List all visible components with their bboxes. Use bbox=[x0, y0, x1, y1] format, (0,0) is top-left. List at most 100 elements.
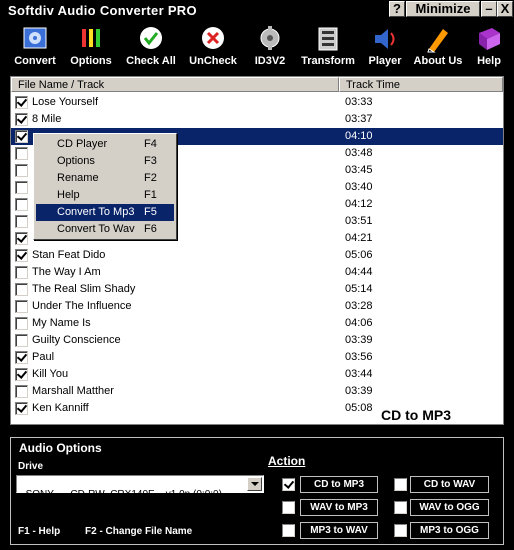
help-label: Help bbox=[477, 55, 501, 67]
context-menu-item[interactable]: Rename F2 bbox=[36, 170, 174, 187]
track-time: 03:39 bbox=[345, 385, 373, 397]
action-checkbox[interactable] bbox=[394, 501, 407, 514]
id3v2-label: ID3V2 bbox=[254, 55, 286, 67]
convert-icon bbox=[23, 27, 47, 49]
track-checkbox[interactable] bbox=[15, 385, 28, 398]
action-checkbox[interactable] bbox=[394, 478, 407, 491]
track-checkbox[interactable] bbox=[15, 402, 28, 415]
action-button[interactable]: MP3 to OGG bbox=[410, 522, 489, 539]
check-all-button[interactable]: Check All bbox=[122, 25, 180, 67]
track-checkbox[interactable] bbox=[15, 283, 28, 296]
track-checkbox[interactable] bbox=[15, 351, 28, 364]
track-row[interactable]: Under The Influence 03:28 bbox=[11, 298, 503, 315]
help-button[interactable]: ? bbox=[389, 1, 405, 17]
track-time: 03:40 bbox=[345, 181, 373, 193]
track-checkbox[interactable] bbox=[15, 96, 28, 109]
action-checkbox[interactable] bbox=[282, 501, 295, 514]
track-row[interactable]: Guilty Conscience 03:39 bbox=[11, 332, 503, 349]
context-menu-item[interactable]: Convert To Wav F6 bbox=[36, 221, 174, 238]
action-button[interactable]: WAV to OGG bbox=[410, 499, 489, 516]
track-time: 04:21 bbox=[345, 232, 373, 244]
track-list[interactable]: File Name / Track Track Time Lose Yourse… bbox=[10, 76, 504, 425]
context-menu: CD Player F4 Options F3 Rename F2 Help F1 Conver… bbox=[33, 133, 177, 240]
context-menu-item[interactable]: Help F1 bbox=[36, 187, 174, 204]
track-checkbox[interactable] bbox=[15, 147, 28, 160]
track-name: Marshall Matther bbox=[32, 385, 114, 397]
track-time: 05:06 bbox=[345, 249, 373, 261]
track-checkbox[interactable] bbox=[15, 130, 28, 143]
track-checkbox[interactable] bbox=[15, 215, 28, 228]
track-name: Kill You bbox=[32, 368, 69, 380]
action-button[interactable]: CD to MP3 bbox=[300, 476, 378, 493]
track-time: 04:12 bbox=[345, 198, 373, 210]
track-row[interactable]: Paul 03:56 bbox=[11, 349, 503, 366]
action-checkbox[interactable] bbox=[394, 524, 407, 537]
title-bar: Softdiv Audio Converter PRO ? Minimize –… bbox=[0, 0, 514, 20]
context-menu-item[interactable]: CD Player F4 bbox=[36, 136, 174, 153]
track-row[interactable]: The Real Slim Shady 05:14 bbox=[11, 281, 503, 298]
action-checkbox[interactable] bbox=[282, 478, 295, 491]
track-row[interactable]: Lose Yourself 03:33 bbox=[11, 94, 503, 111]
track-name: Guilty Conscience bbox=[32, 334, 121, 346]
track-checkbox[interactable] bbox=[15, 249, 28, 262]
id3v2-button[interactable]: ID3V2 bbox=[248, 25, 292, 67]
transform-button[interactable]: Transform bbox=[298, 25, 358, 67]
chevron-down-icon[interactable] bbox=[247, 477, 262, 491]
track-time: 05:14 bbox=[345, 283, 373, 295]
convert-button[interactable]: Convert bbox=[10, 25, 60, 67]
drive-label: Drive bbox=[18, 461, 44, 472]
context-menu-item[interactable]: Options F3 bbox=[36, 153, 174, 170]
track-row[interactable]: Kill You 03:44 bbox=[11, 366, 503, 383]
track-time: 03:44 bbox=[345, 368, 373, 380]
column-header-time[interactable]: Track Time bbox=[339, 77, 503, 92]
track-time: 03:39 bbox=[345, 334, 373, 346]
track-time: 03:45 bbox=[345, 164, 373, 176]
action-button[interactable]: MP3 to WAV bbox=[300, 522, 378, 539]
track-name: The Way I Am bbox=[32, 266, 101, 278]
track-checkbox[interactable] bbox=[15, 181, 28, 194]
track-checkbox[interactable] bbox=[15, 300, 28, 313]
track-row[interactable]: Marshall Matther 03:39 bbox=[11, 383, 503, 400]
help-toolbar-button[interactable]: Help bbox=[470, 25, 508, 67]
action-button[interactable]: WAV to MP3 bbox=[300, 499, 378, 516]
menu-item-label: CD Player bbox=[57, 138, 108, 150]
track-checkbox[interactable] bbox=[15, 113, 28, 126]
track-row[interactable]: Stan Feat Dido 05:06 bbox=[11, 247, 503, 264]
menu-item-shortcut: F4 bbox=[144, 138, 157, 150]
action-button[interactable]: CD to WAV bbox=[410, 476, 489, 493]
drive-select[interactable]: SONY , CD-RW CRX140E v1.0n (0:0:0) bbox=[16, 475, 264, 500]
player-icon bbox=[375, 29, 395, 49]
convert-label: Convert bbox=[14, 55, 56, 67]
menu-item-label: Convert To Wav bbox=[57, 223, 135, 235]
context-menu-item[interactable]: Convert To Mp3 F5 bbox=[36, 204, 174, 221]
toolbar: Convert Options Check All UnCheck ID3V2 … bbox=[0, 21, 514, 71]
id3v2-icon bbox=[260, 26, 280, 50]
track-row[interactable]: The Way I Am 04:44 bbox=[11, 264, 503, 281]
transform-icon bbox=[318, 27, 338, 51]
options-label: Options bbox=[70, 55, 112, 67]
track-checkbox[interactable] bbox=[15, 164, 28, 177]
track-time: 03:48 bbox=[345, 147, 373, 159]
close-button[interactable]: X bbox=[497, 1, 513, 17]
action-title: Action bbox=[268, 454, 306, 468]
track-checkbox[interactable] bbox=[15, 317, 28, 330]
uncheck-button[interactable]: UnCheck bbox=[186, 25, 240, 67]
track-checkbox[interactable] bbox=[15, 368, 28, 381]
about-us-button[interactable]: About Us bbox=[410, 25, 466, 67]
min-button[interactable]: – bbox=[481, 1, 497, 17]
track-checkbox[interactable] bbox=[15, 198, 28, 211]
action-checkbox[interactable] bbox=[282, 524, 295, 537]
track-checkbox[interactable] bbox=[15, 266, 28, 279]
track-time: 04:10 bbox=[345, 130, 373, 142]
track-row[interactable]: My Name Is 04:06 bbox=[11, 315, 503, 332]
track-checkbox[interactable] bbox=[15, 232, 28, 245]
column-header-name[interactable]: File Name / Track bbox=[11, 77, 339, 92]
minimize-button[interactable]: Minimize bbox=[406, 1, 480, 17]
options-button[interactable]: Options bbox=[66, 25, 116, 67]
player-button[interactable]: Player bbox=[364, 25, 406, 67]
track-row[interactable]: 8 Mile 03:37 bbox=[11, 111, 503, 128]
menu-item-shortcut: F1 bbox=[144, 189, 157, 201]
window-title: Softdiv Audio Converter PRO bbox=[8, 3, 197, 18]
menu-item-shortcut: F2 bbox=[144, 172, 157, 184]
track-checkbox[interactable] bbox=[15, 334, 28, 347]
